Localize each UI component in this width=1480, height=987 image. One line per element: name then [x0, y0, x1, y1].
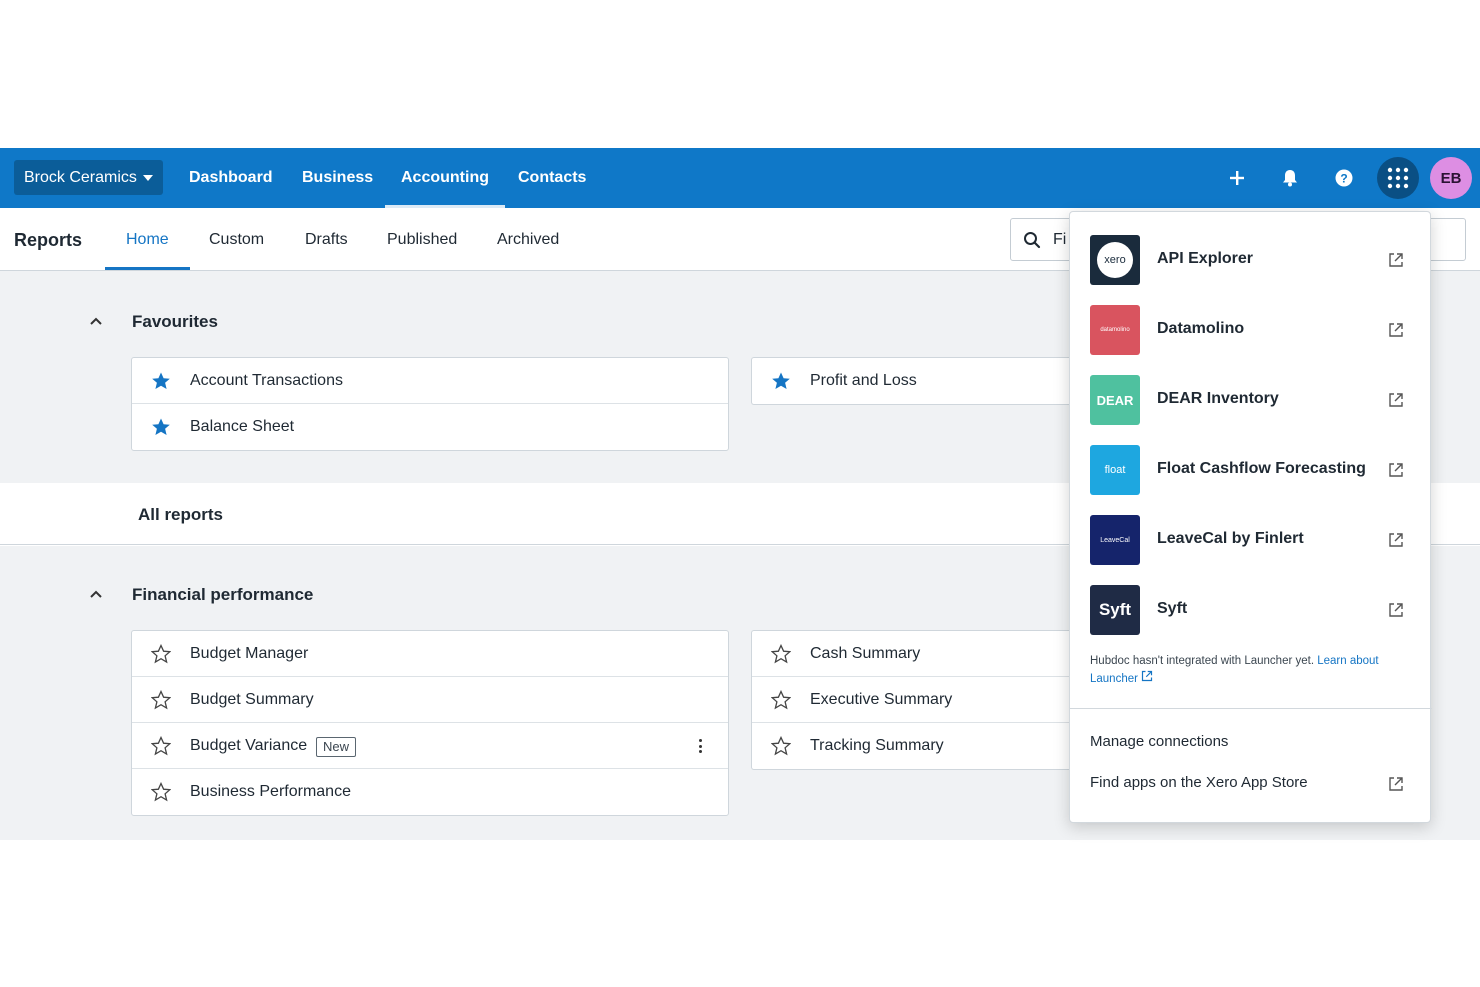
star-outline-icon[interactable]: [771, 644, 791, 664]
syft-logo-icon: Syft: [1090, 585, 1140, 635]
financial-card-right: Cash Summary Executive Summary Tracking …: [751, 630, 1081, 770]
nav-dashboard[interactable]: Dashboard: [189, 148, 273, 208]
report-name[interactable]: Executive Summary: [810, 691, 952, 709]
nav-business[interactable]: Business: [302, 148, 373, 208]
page-bottom-area: [0, 840, 1480, 987]
favourites-heading: Favourites: [132, 312, 218, 331]
external-link-icon: [1142, 670, 1153, 682]
nav-accounting[interactable]: Accounting: [385, 148, 505, 208]
all-reports-heading: All reports: [138, 505, 224, 524]
report-name[interactable]: Business Performance: [190, 783, 351, 801]
star-outline-icon[interactable]: [151, 644, 171, 664]
bell-icon[interactable]: [1275, 163, 1305, 193]
report-name[interactable]: Balance Sheet: [190, 418, 294, 436]
caret-down-icon: [142, 174, 153, 181]
financial-card-left: Budget Manager Budget Summary Budget Var…: [131, 630, 729, 816]
app-store-link[interactable]: Find apps on the Xero App Store: [1090, 774, 1308, 791]
favourites-card-left: Account Transactions Balance Sheet: [131, 357, 729, 451]
svg-text:?: ?: [1340, 172, 1347, 186]
tab-published[interactable]: Published: [387, 208, 457, 270]
star-filled-icon[interactable]: [151, 417, 171, 437]
report-row[interactable]: Profit and Loss: [752, 358, 1081, 404]
report-name[interactable]: Tracking Summary: [810, 737, 944, 755]
report-row[interactable]: Cash Summary: [752, 631, 1081, 677]
organisation-switcher[interactable]: Brock Ceramics: [14, 160, 163, 195]
tab-drafts[interactable]: Drafts: [305, 208, 348, 270]
nav-contacts[interactable]: Contacts: [518, 148, 586, 208]
star-filled-icon[interactable]: [151, 371, 171, 391]
report-row[interactable]: Executive Summary: [752, 677, 1081, 723]
report-row[interactable]: Budget Summary: [132, 677, 728, 723]
report-name[interactable]: Cash Summary: [810, 645, 920, 663]
chevron-up-icon[interactable]: [89, 314, 103, 328]
report-row[interactable]: Business Performance: [132, 769, 728, 815]
financial-performance-heading: Financial performance: [132, 585, 314, 604]
report-row[interactable]: Tracking Summary: [752, 723, 1081, 769]
star-outline-icon[interactable]: [771, 690, 791, 710]
page: Brock Ceramics Dashboard Business Accoun…: [0, 0, 1480, 987]
manage-connections-link[interactable]: Manage connections: [1090, 733, 1228, 750]
app-name: Float Cashflow Forecasting: [1157, 460, 1366, 477]
more-options-icon[interactable]: [692, 736, 708, 756]
tab-custom[interactable]: Custom: [209, 208, 264, 270]
external-link-icon: [1389, 533, 1403, 547]
dear-logo-icon: DEAR: [1090, 375, 1140, 425]
external-link-icon: [1389, 393, 1403, 407]
datamolino-logo-icon: datamolino: [1090, 305, 1140, 355]
logo-text: xero: [1097, 242, 1133, 278]
star-outline-icon[interactable]: [151, 782, 171, 802]
report-name[interactable]: Budget Variance: [190, 737, 307, 755]
launcher-note: Hubdoc hasn't integrated with Launcher y…: [1090, 653, 1410, 688]
divider: [1070, 708, 1432, 709]
report-row[interactable]: Budget Manager: [132, 631, 728, 677]
report-name[interactable]: Account Transactions: [190, 372, 343, 390]
leavecal-logo-icon: LeaveCal: [1090, 515, 1140, 565]
external-link-icon: [1389, 777, 1403, 791]
app-name: LeaveCal by Finlert: [1157, 530, 1304, 547]
apps-grid-icon[interactable]: [1377, 157, 1419, 199]
app-name: Datamolino: [1157, 320, 1245, 337]
star-outline-icon[interactable]: [771, 736, 791, 756]
launcher-item-datamolino[interactable]: datamolino Datamolino: [1070, 295, 1432, 365]
chevron-up-icon[interactable]: [89, 587, 103, 601]
app-name: API Explorer: [1157, 250, 1254, 267]
app-launcher-dropdown: xero API Explorer datamolino Datamolino …: [1069, 211, 1432, 823]
report-row[interactable]: Account Transactions: [132, 358, 728, 404]
star-outline-icon[interactable]: [151, 736, 171, 756]
launcher-item-dear-inventory[interactable]: DEAR DEAR Inventory: [1070, 365, 1432, 435]
note-text: Hubdoc hasn't integrated with Launcher y…: [1090, 655, 1315, 667]
new-badge: New: [316, 737, 357, 757]
star-filled-icon[interactable]: [771, 371, 791, 391]
user-avatar[interactable]: EB: [1430, 157, 1472, 199]
external-link-icon: [1389, 253, 1403, 267]
report-name[interactable]: Profit and Loss: [810, 372, 917, 390]
app-name: Syft: [1157, 600, 1188, 617]
xero-logo-icon: xero: [1090, 235, 1140, 285]
search-icon: [1024, 232, 1041, 249]
float-logo-icon: float: [1090, 445, 1140, 495]
launcher-item-syft[interactable]: Syft Syft: [1070, 575, 1432, 645]
help-icon[interactable]: ?: [1329, 163, 1359, 193]
report-row[interactable]: Budget Variance New: [132, 723, 728, 769]
app-store-label: Find apps on the Xero App Store: [1090, 774, 1308, 791]
star-outline-icon[interactable]: [151, 690, 171, 710]
external-link-icon: [1389, 603, 1403, 617]
launcher-item-leavecal[interactable]: LeaveCal LeaveCal by Finlert: [1070, 505, 1432, 575]
page-title: Reports: [14, 230, 83, 250]
favourites-card-right: Profit and Loss: [751, 357, 1081, 405]
organisation-name: Brock Ceramics: [24, 168, 137, 186]
report-name[interactable]: Budget Manager: [190, 645, 308, 663]
plus-icon[interactable]: [1222, 163, 1252, 193]
external-link-icon: [1389, 463, 1403, 477]
report-row[interactable]: Balance Sheet: [132, 404, 728, 450]
app-name: DEAR Inventory: [1157, 390, 1279, 407]
external-link-icon: [1389, 323, 1403, 337]
top-navigation-bar: Brock Ceramics Dashboard Business Accoun…: [0, 148, 1480, 208]
report-name[interactable]: Budget Summary: [190, 691, 314, 709]
tab-home[interactable]: Home: [105, 208, 190, 270]
launcher-item-api-explorer[interactable]: xero API Explorer: [1070, 225, 1432, 295]
launcher-item-float[interactable]: float Float Cashflow Forecasting: [1070, 435, 1432, 505]
tab-archived[interactable]: Archived: [497, 208, 559, 270]
